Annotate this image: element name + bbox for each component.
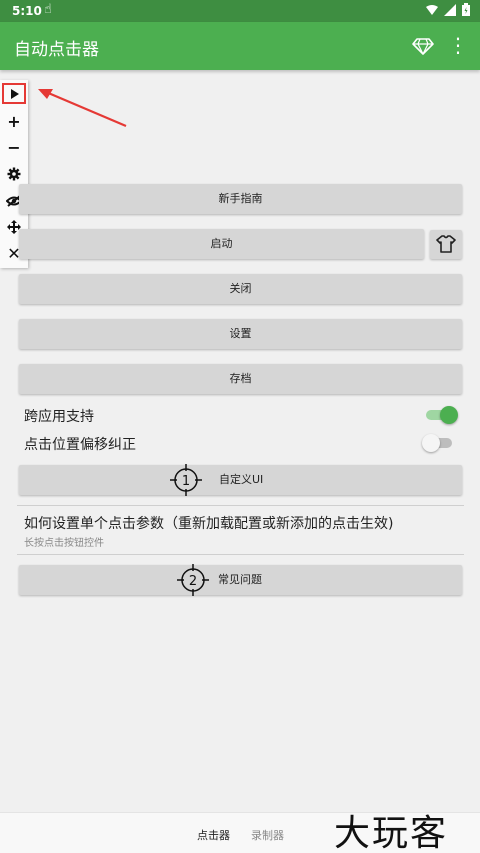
shirt-icon xyxy=(436,235,456,253)
status-time: 5:10 xyxy=(12,4,42,18)
more-options-icon[interactable]: ⋮ xyxy=(448,34,468,58)
crosshair-icon: 2 xyxy=(177,564,209,596)
annotation-arrow xyxy=(38,89,127,128)
offset-correction-toggle[interactable] xyxy=(422,434,454,452)
archive-button[interactable]: 存档 xyxy=(19,364,462,394)
status-bar: 5:10 ☝ xyxy=(0,0,480,22)
guide-button[interactable]: 新手指南 xyxy=(19,184,462,214)
crosshair-number: 1 xyxy=(182,474,190,489)
gear-icon[interactable] xyxy=(4,164,24,184)
cross-app-toggle[interactable] xyxy=(426,406,458,424)
custom-ui-button[interactable]: 1 自定义UI xyxy=(19,464,462,496)
cross-app-label: 跨应用支持 xyxy=(24,409,94,425)
divider xyxy=(17,505,464,506)
divider xyxy=(17,554,464,555)
info-subtitle: 长按点击按钮控件 xyxy=(24,538,104,549)
tab-recorder[interactable]: 录制器 xyxy=(251,827,284,843)
remove-icon[interactable]: − xyxy=(4,138,24,158)
diamond-icon[interactable] xyxy=(412,35,434,57)
battery-icon xyxy=(462,3,470,16)
theme-button[interactable] xyxy=(430,230,462,259)
app-bar: 自动点击器 ⋮ xyxy=(0,22,480,70)
status-icons xyxy=(426,3,470,16)
start-button[interactable]: 启动 xyxy=(19,229,424,259)
app-title: 自动点击器 xyxy=(14,40,99,60)
wifi-icon xyxy=(426,4,438,15)
offset-correction-label: 点击位置偏移纠正 xyxy=(24,437,136,453)
play-icon[interactable] xyxy=(2,83,26,104)
settings-button[interactable]: 设置 xyxy=(19,319,462,349)
close-button[interactable]: 关闭 xyxy=(19,274,462,304)
touch-icon: ☝ xyxy=(44,2,52,17)
signal-icon xyxy=(444,3,456,16)
crosshair-number: 2 xyxy=(189,574,197,589)
tab-clicker[interactable]: 点击器 xyxy=(197,827,230,843)
custom-ui-label: 自定义UI xyxy=(219,473,264,486)
info-title: 如何设置单个点击参数（重新加载配置或新添加的点击生效) xyxy=(24,516,394,532)
add-icon[interactable]: + xyxy=(4,112,24,132)
faq-label: 常见问题 xyxy=(218,573,262,586)
watermark-logo: 大玩客 xyxy=(334,813,449,853)
crosshair-icon: 1 xyxy=(170,464,202,496)
faq-button[interactable]: 2 常见问题 xyxy=(19,564,462,596)
